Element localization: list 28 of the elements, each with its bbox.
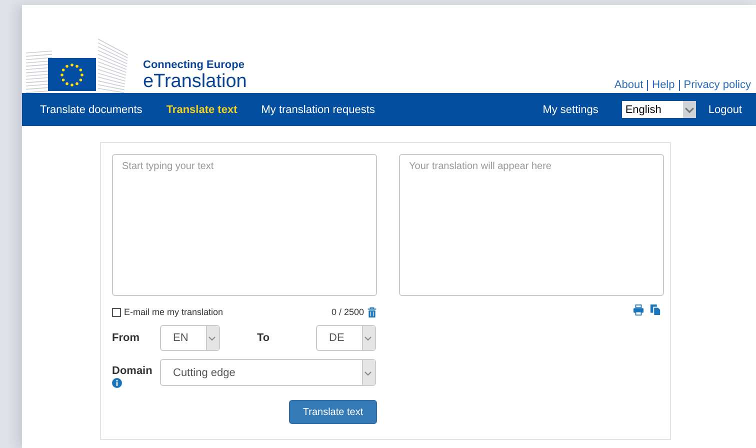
info-icon [112,378,122,388]
header-link[interactable]: Help [652,79,675,91]
logout-link[interactable]: Logout [708,104,742,116]
brand-title: eTranslation [143,71,247,93]
copy-icon [650,304,661,316]
email-label: E-mail me my translation [124,307,224,317]
trash-icon [367,306,377,318]
target-language-select[interactable]: DE [316,325,376,351]
caret-icon [683,101,696,118]
header-link[interactable]: Privacy policy [684,79,751,91]
to-label: To [257,332,271,344]
nav-tab[interactable]: My translation requests [261,104,375,116]
domain-label: Domain [112,365,152,377]
language-select[interactable]: English [622,101,696,118]
from-label: From [112,332,140,344]
domain-select[interactable]: Cutting edge [160,359,376,386]
char-counter: 0 / 2500 [331,307,364,317]
email-checkbox[interactable] [112,308,121,316]
nav-tab[interactable]: Translate text [166,104,238,116]
source-language-select[interactable]: EN [160,325,220,351]
settings-link[interactable]: My settings [542,104,598,116]
translate-button[interactable]: Translate text [289,400,377,424]
translation-output-field[interactable]: Your translation will appear here [399,154,664,296]
header-link[interactable]: About [614,79,644,91]
nav-tab[interactable]: Translate documents [40,104,142,116]
brand-subtitle: Connecting Europe [143,59,246,71]
source-text-field[interactable]: Start typing your text [112,154,377,296]
print-icon [633,304,644,316]
